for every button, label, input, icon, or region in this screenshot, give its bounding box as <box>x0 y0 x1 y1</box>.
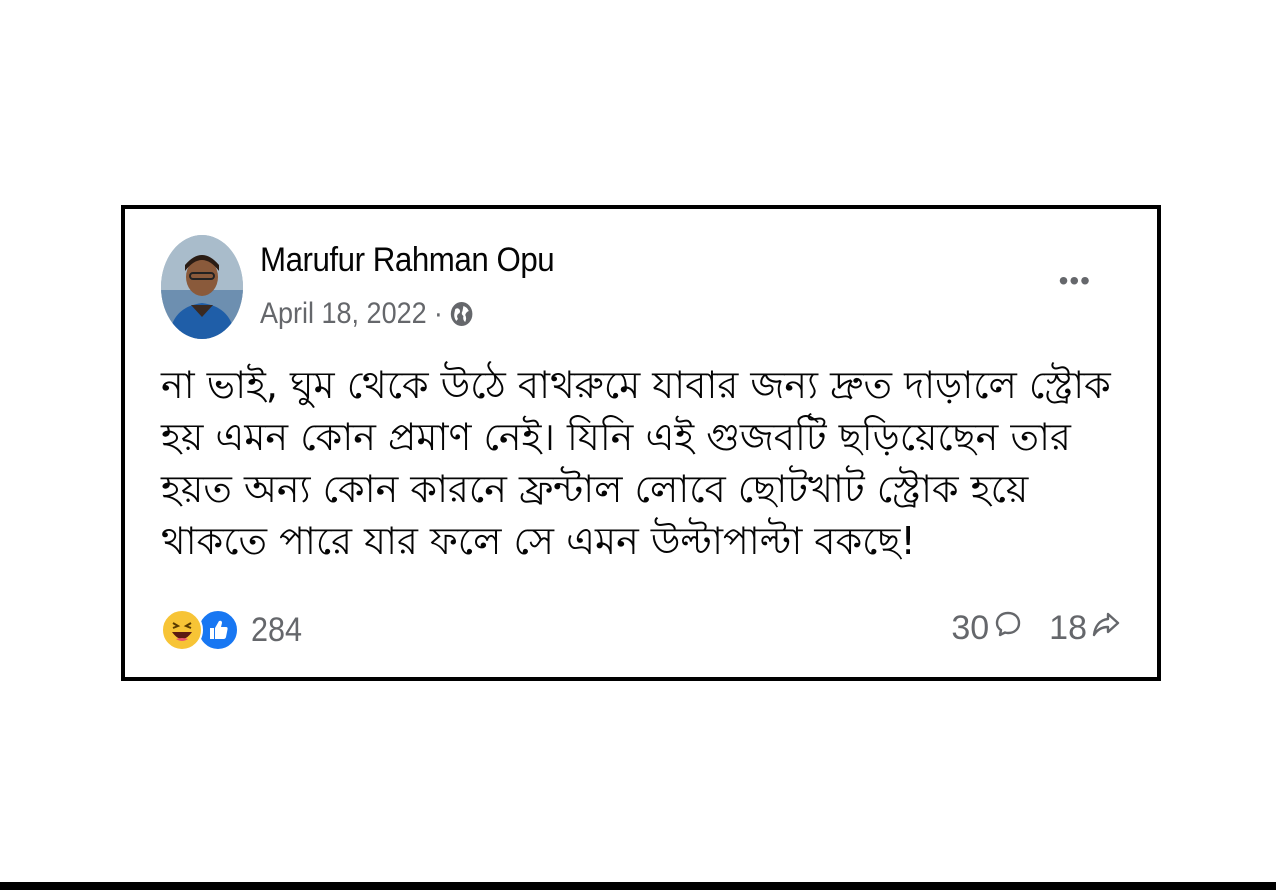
author-name[interactable]: Marufur Rahman Opu <box>260 241 555 280</box>
avatar[interactable] <box>161 235 243 339</box>
meta-separator: · <box>433 297 443 330</box>
share-icon <box>1091 609 1121 648</box>
post-card: Marufur Rahman Opu April 18, 2022 · ••• … <box>121 205 1161 681</box>
reaction-count: 284 <box>251 610 303 649</box>
like-icon <box>197 609 239 651</box>
more-options-icon[interactable]: ••• <box>1059 267 1091 295</box>
share-count: 18 <box>1049 609 1087 647</box>
comment-count: 30 <box>951 609 990 647</box>
post-date[interactable]: April 18, 2022 <box>260 297 427 331</box>
post-footer: 284 30 18 <box>161 609 1121 653</box>
globe-icon <box>450 301 473 327</box>
comment-icon <box>993 609 1023 648</box>
avatar-photo <box>161 235 243 339</box>
reactions-summary[interactable]: 284 <box>161 609 308 651</box>
post-body: না ভাই, ঘুম থেকে উঠে বাথরুমে যাবার জন্য … <box>161 363 1111 563</box>
shares-stat[interactable]: 18 <box>1049 609 1121 648</box>
engagement-stats: 30 18 <box>951 609 1121 648</box>
bottom-border <box>0 882 1276 890</box>
post-meta: April 18, 2022 · <box>260 297 473 331</box>
haha-icon <box>161 609 203 651</box>
comments-stat[interactable]: 30 <box>951 609 1023 648</box>
